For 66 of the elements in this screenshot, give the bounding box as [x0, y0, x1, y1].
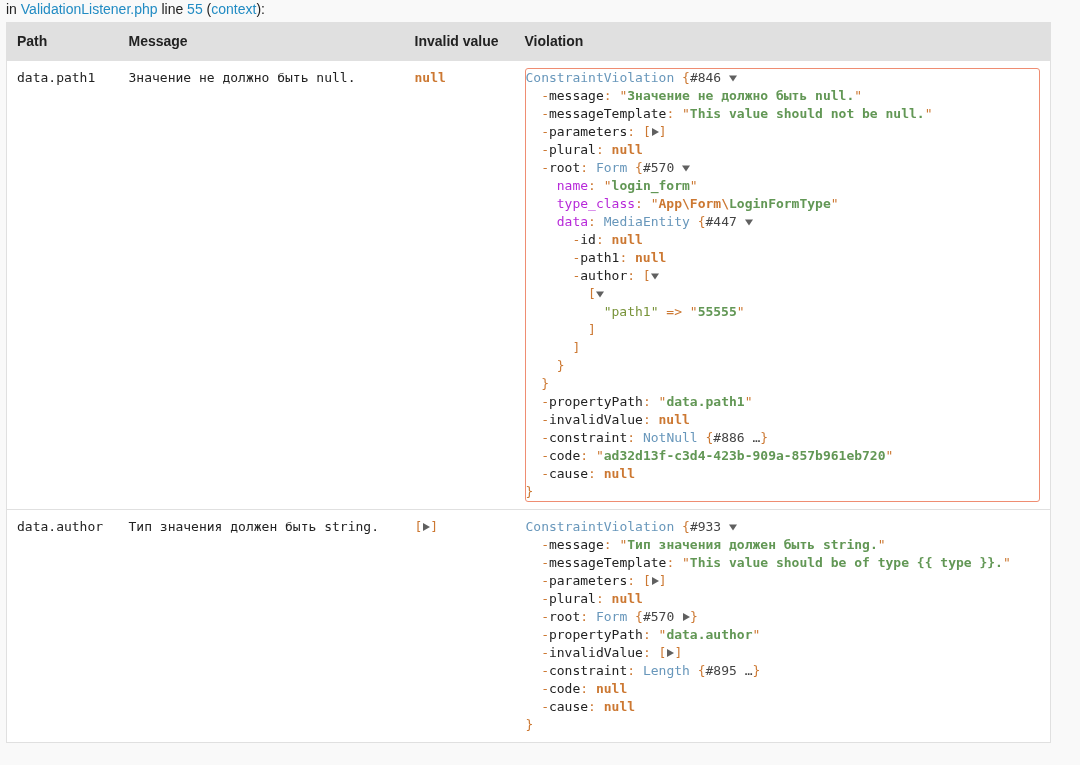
property-path: data.author	[17, 518, 104, 536]
dump-line: name: "login_form"	[556, 177, 698, 195]
dump-line: -plural: null	[541, 141, 643, 159]
caret-icon[interactable]	[422, 523, 431, 531]
dump-line: ConstraintViolation {#933	[525, 518, 723, 536]
dump-line: ConstraintViolation {#846	[525, 69, 723, 87]
invalid-value: [	[414, 518, 423, 536]
dump-line: -cause: null	[541, 465, 636, 483]
closing-bracket: }	[525, 716, 534, 734]
dump-line: -root: Form {#570	[541, 608, 676, 626]
column-header: Invalid value	[404, 22, 515, 61]
dump-line: -plural: null	[541, 590, 643, 608]
closing-bracket: ]	[572, 339, 581, 357]
caret-icon[interactable]	[650, 272, 659, 280]
caret-icon[interactable]	[682, 613, 691, 621]
dump-line: -message: "Тип значения должен быть string."	[541, 536, 886, 554]
closing-bracket: ]	[658, 123, 667, 141]
source-link[interactable]: context	[211, 1, 257, 17]
closing-bracket: }	[690, 608, 698, 626]
caret-icon[interactable]	[729, 74, 737, 82]
dump-line: -invalidValue: null	[541, 411, 690, 429]
dump-line: "path1" => "55555"	[603, 303, 745, 321]
dump-line: -code: null	[541, 680, 628, 698]
dump-line: data: MediaEntity {#447	[556, 213, 738, 231]
dump-line: -id: null	[572, 231, 643, 249]
source-link[interactable]: 55	[187, 1, 203, 17]
violation-message: Тип значения должен быть string.	[128, 518, 379, 536]
dump-line: -path1: null	[572, 249, 667, 267]
caret-icon[interactable]	[744, 218, 753, 226]
dump-line: -invalidValue: [	[541, 644, 667, 662]
dump-line: -cause: null	[541, 698, 636, 716]
column-header: Path	[6, 22, 119, 61]
dump-line: -constraint: NotNull {#886 …}	[541, 429, 769, 447]
invalid-value: null	[414, 69, 446, 87]
closing-bracket: }	[525, 483, 534, 501]
dump-line: -parameters: [	[541, 572, 651, 590]
dump-line: -constraint: Length {#895 …}	[541, 662, 761, 680]
caret-icon[interactable]	[729, 523, 737, 531]
dump-line: -author: [	[572, 267, 651, 285]
dump-line: -messageTemplate: "This value should not be null."	[541, 105, 933, 123]
dump-line: [	[588, 285, 596, 303]
dump-line: -propertyPath: "data.path1"	[541, 393, 753, 411]
caret-icon[interactable]	[650, 128, 659, 136]
closing-bracket: ]	[658, 572, 667, 590]
caret-icon[interactable]	[595, 290, 604, 298]
dump-line: -parameters: [	[541, 123, 651, 141]
dump-line: -root: Form {#570	[541, 159, 676, 177]
column-header: Message	[118, 22, 405, 61]
column-header: Violation	[514, 22, 1051, 61]
dump-line: type_class: "App\Form\LoginFormType"	[556, 195, 839, 213]
dump-line: -messageTemplate: "This value should be of type {{ type }}."	[541, 554, 1011, 572]
source-location-text: in ValidationListener.php line 55 (context):	[6, 0, 266, 17]
caret-icon[interactable]	[650, 577, 659, 585]
violation-message: Значение не должно быть null.	[128, 69, 356, 87]
closing-bracket: }	[541, 375, 549, 393]
dump-line: -propertyPath: "data.author"	[541, 626, 761, 644]
property-path: data.path1	[17, 69, 96, 87]
closing-bracket: ]	[588, 321, 596, 339]
caret-icon[interactable]	[682, 164, 691, 172]
dump-line: -code: "ad32d13f-c3d4-423b-909a-857b961eb720"	[541, 447, 894, 465]
caret-icon[interactable]	[666, 649, 675, 657]
dump-line: -message: "Значение не должно быть null."	[541, 87, 863, 105]
closing-bracket: }	[556, 357, 565, 375]
source-link[interactable]: ValidationListener.php	[20, 1, 158, 17]
closing-bracket: ]	[430, 518, 439, 536]
closing-bracket: ]	[674, 644, 683, 662]
